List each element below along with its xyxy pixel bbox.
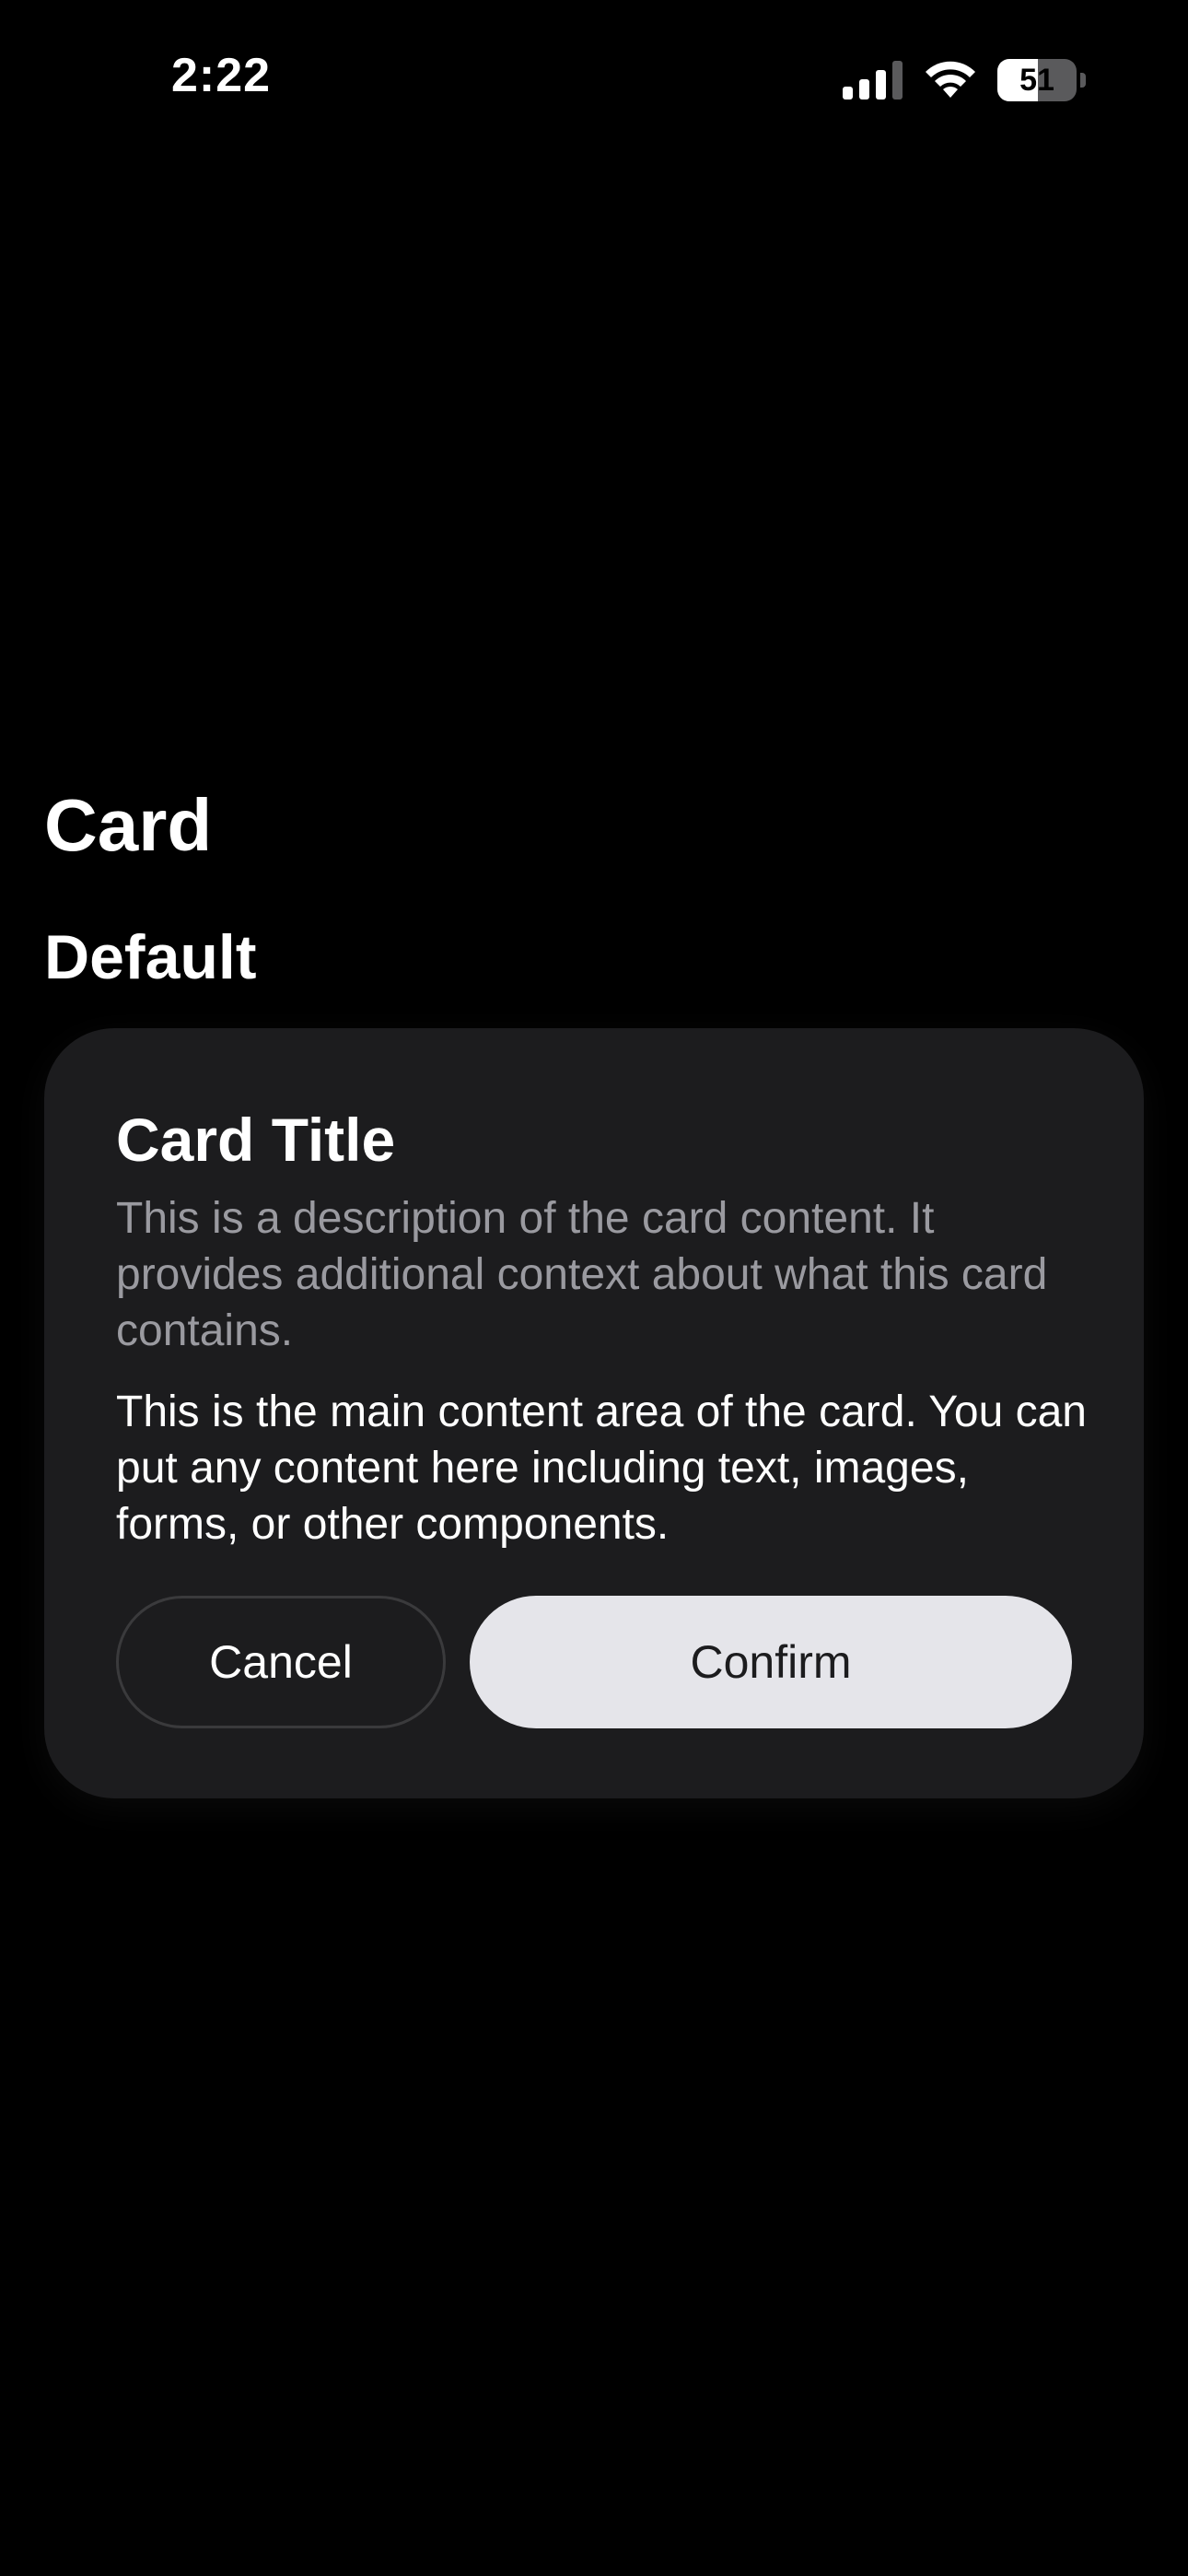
page-title: Card	[44, 784, 213, 866]
card-content: This is the main content area of the car…	[116, 1388, 1087, 1549]
card: Card Title This is a description of the …	[44, 1028, 1144, 1798]
cancel-button[interactable]: Cancel	[116, 1596, 446, 1728]
status-time: 2:22	[171, 49, 272, 102]
section-title: Default	[44, 922, 257, 992]
status-bar: 2:22 51	[0, 0, 1188, 157]
wifi-icon	[926, 61, 975, 98]
battery-cap	[1080, 73, 1086, 88]
card-title: Card Title	[116, 1106, 396, 1174]
battery-icon: 51	[997, 59, 1086, 101]
confirm-button[interactable]: Confirm	[470, 1596, 1072, 1728]
battery-body: 51	[997, 59, 1077, 101]
cellular-signal-icon	[843, 61, 903, 100]
battery-percent-label: 51	[1019, 63, 1054, 98]
card-description: This is a description of the card conten…	[116, 1194, 1048, 1355]
